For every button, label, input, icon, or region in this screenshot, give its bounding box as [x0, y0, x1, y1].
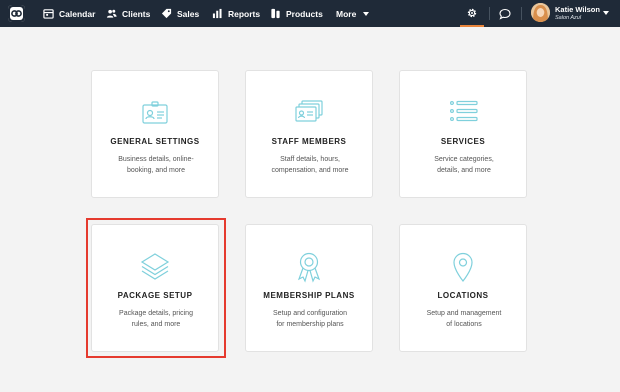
- card-description-line: for membership plans: [276, 320, 344, 328]
- card-description-line: booking, and more: [127, 166, 185, 174]
- nav-reports-label: Reports: [228, 8, 261, 19]
- card-description-line: Setup and management: [426, 310, 502, 317]
- user-avatar[interactable]: [531, 3, 550, 22]
- nav-products-label: Products: [286, 8, 323, 19]
- nav-sales[interactable]: Sales: [161, 0, 199, 27]
- nav-clients-label: Clients: [122, 8, 151, 19]
- user-business-name: Salon Azul: [555, 15, 582, 21]
- card-title: SERVICES: [440, 137, 486, 146]
- card-membership-plans[interactable]: MEMBERSHIP PLANS Setup and configuration…: [245, 224, 373, 352]
- card-description-line: details, and more: [437, 166, 491, 174]
- card-description-line: rules, and more: [131, 320, 181, 328]
- nav-calendar[interactable]: Calendar: [43, 0, 95, 27]
- nav-more-label: More: [336, 8, 357, 19]
- card-description: Package details, pricing rules, and more: [102, 309, 210, 330]
- ribbon-badge-icon: [246, 251, 372, 283]
- nav-divider: [521, 7, 522, 20]
- user-menu-caret-icon[interactable]: [603, 11, 609, 15]
- clients-icon: [106, 9, 117, 18]
- nav-more[interactable]: More: [336, 0, 370, 27]
- nav-clients[interactable]: Clients: [106, 0, 150, 27]
- card-description: Staff details, hours, compensation, and …: [256, 155, 364, 176]
- id-card-icon: [92, 97, 218, 129]
- card-description-line: Package details, pricing: [119, 310, 193, 317]
- product-box-icon: [271, 8, 280, 19]
- card-description-line: Service categories,: [434, 156, 494, 163]
- settings-gear-button[interactable]: [460, 0, 484, 27]
- card-title: LOCATIONS: [437, 291, 489, 300]
- list-icon: [400, 97, 526, 129]
- nav-reports[interactable]: Reports: [212, 0, 260, 27]
- nav-calendar-label: Calendar: [59, 8, 96, 19]
- card-services[interactable]: SERVICES Service categories, details, an…: [399, 70, 527, 198]
- card-description: Service categories, details, and more: [410, 155, 518, 176]
- top-nav-bar: Calendar Clients Sales Reports Products: [0, 0, 620, 27]
- card-description-line: compensation, and more: [271, 166, 349, 174]
- nav-divider: [489, 7, 490, 20]
- calendar-icon: [43, 9, 54, 19]
- card-title: PACKAGE SETUP: [117, 291, 193, 300]
- nav-products[interactable]: Products: [270, 0, 323, 27]
- nav-sales-label: Sales: [177, 8, 200, 19]
- card-description: Business details, online- booking, and m…: [102, 155, 210, 176]
- card-general-settings[interactable]: GENERAL SETTINGS Business details, onlin…: [91, 70, 219, 198]
- sales-tag-icon: [161, 8, 172, 19]
- card-title: GENERAL SETTINGS: [110, 137, 200, 146]
- user-name[interactable]: Katie Wilson: [555, 5, 600, 14]
- layers-icon: [92, 251, 218, 283]
- messages-button[interactable]: [496, 0, 514, 27]
- card-title: STAFF MEMBERS: [271, 137, 347, 146]
- card-description-line: of locations: [446, 320, 482, 328]
- gear-icon: [467, 8, 477, 17]
- map-pin-icon: [400, 251, 526, 283]
- chat-bubble-icon: [499, 8, 511, 20]
- staff-cards-icon: [246, 97, 372, 129]
- card-locations[interactable]: LOCATIONS Setup and management of locati…: [399, 224, 527, 352]
- card-package-setup[interactable]: PACKAGE SETUP Package details, pricing r…: [91, 224, 219, 352]
- card-description-line: Business details, online-: [118, 156, 194, 163]
- card-description-line: Setup and configuration: [273, 310, 347, 317]
- bar-chart-icon: [212, 8, 222, 19]
- card-description: Setup and management of locations: [410, 309, 518, 330]
- card-title: MEMBERSHIP PLANS: [263, 291, 355, 300]
- card-staff-members[interactable]: STAFF MEMBERS Staff details, hours, comp…: [245, 70, 373, 198]
- card-description: Setup and configuration for membership p…: [256, 309, 364, 330]
- card-description-line: Staff details, hours,: [280, 156, 340, 163]
- chevron-down-icon: [363, 11, 370, 16]
- app-logo-icon[interactable]: [8, 5, 25, 22]
